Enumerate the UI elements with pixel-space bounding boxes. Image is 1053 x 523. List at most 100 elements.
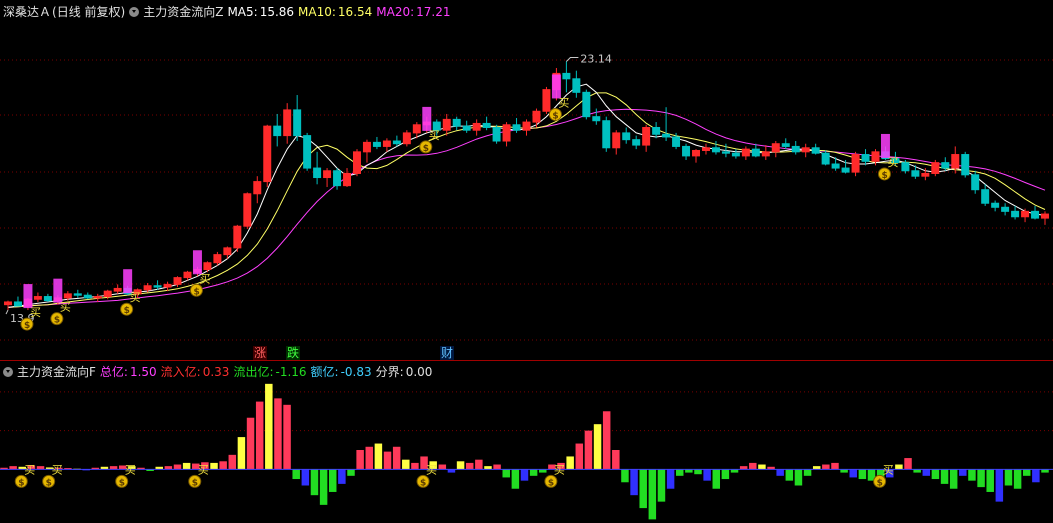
- buy-label: 买: [198, 463, 209, 476]
- outflow-bar: [986, 469, 994, 492]
- buy-label: 买: [24, 463, 35, 476]
- dollar-sign: $: [420, 478, 426, 488]
- candle-body: [362, 141, 371, 153]
- outflow-bar: [794, 469, 803, 486]
- main-header: 深桑达Ａ(日线 前复权) 主力资金流向Z MA5: 15.86 MA10: 16.54 MA…: [3, 2, 455, 22]
- candle-body: [991, 202, 1000, 208]
- outflow-bar: [849, 469, 857, 478]
- buy-label: 买: [558, 96, 569, 109]
- candle-body: [263, 125, 272, 183]
- chart-window: 23.1413.9买$买$买$买$买$买$买$ 买$买$买$买$买$买$买$买$…: [0, 0, 1053, 523]
- outflow-bar: [502, 469, 510, 478]
- candle-body: [971, 174, 980, 191]
- sub-indicator-name[interactable]: 主力资金流向F: [17, 365, 96, 379]
- outflow-bar: [648, 469, 657, 520]
- outflow-bar: [1013, 469, 1022, 489]
- inflow-bar: [210, 462, 218, 470]
- outflow-bar: [703, 469, 711, 481]
- candle-body: [632, 139, 641, 146]
- boundary-label: 分界:: [375, 365, 404, 379]
- candle-body: [811, 147, 820, 154]
- indicator-name[interactable]: 主力资金流向Z: [143, 5, 223, 19]
- dollar-sign: $: [192, 478, 198, 488]
- outflow-bar: [347, 469, 355, 476]
- candle-body: [233, 225, 242, 249]
- buy-label: 买: [30, 306, 41, 319]
- outflow-bar: [1004, 469, 1013, 486]
- dropdown-icon[interactable]: [3, 367, 13, 377]
- pane-divider[interactable]: [0, 360, 1053, 361]
- inflow-bar: [749, 462, 757, 470]
- inflow-bar: [438, 464, 447, 470]
- inflow-bar: [392, 446, 401, 470]
- candle-body: [223, 247, 232, 256]
- candle-body: [711, 147, 720, 153]
- inflow-bar: [173, 464, 182, 470]
- candle-body: [801, 147, 810, 153]
- candle-body: [961, 154, 970, 176]
- outflow-bar: [721, 469, 730, 480]
- outflow-bar: [1032, 469, 1040, 483]
- outflow-bar: [338, 469, 346, 484]
- boundary-value: 0.00: [405, 365, 433, 379]
- buy-label: 买: [199, 272, 210, 285]
- stock-name[interactable]: 深桑达Ａ: [3, 5, 51, 19]
- outflow-bar: [301, 469, 310, 486]
- inflow-bar: [237, 437, 246, 470]
- candle-body: [602, 120, 611, 149]
- candle-body: [273, 125, 282, 137]
- dollar-sign: $: [877, 478, 883, 488]
- candle-body: [243, 193, 252, 227]
- candle-body: [502, 124, 511, 142]
- period-label[interactable]: (日线 前复权): [52, 5, 125, 19]
- candle-body: [472, 122, 481, 131]
- candle-body: [1001, 206, 1010, 212]
- outflow-bar: [292, 469, 300, 480]
- dollar-sign: $: [46, 478, 52, 488]
- high-price-label: 23.14: [580, 52, 612, 65]
- inflow-bar: [228, 454, 237, 470]
- candle-body: [43, 296, 52, 302]
- candle-body: [901, 162, 910, 172]
- inflow-bar: [758, 464, 766, 470]
- outflow-bar: [995, 469, 1004, 502]
- candle-body: [1031, 210, 1040, 219]
- candle-body: [731, 152, 740, 157]
- event-fall-tag[interactable]: 跌: [286, 346, 301, 360]
- inflow-bar: [602, 411, 611, 470]
- event-finance-tag[interactable]: 财: [440, 346, 455, 360]
- dollar-sign: $: [423, 144, 429, 154]
- buy-highlight: [422, 106, 432, 131]
- buy-label: 买: [130, 291, 141, 304]
- inflow-bar: [365, 446, 374, 470]
- outflow-bar: [630, 469, 638, 496]
- inflow-bar: [274, 398, 282, 470]
- candle-body: [682, 145, 691, 157]
- candle-body: [313, 167, 322, 179]
- event-rise-tag[interactable]: 涨: [253, 346, 268, 360]
- ma10-label: MA10:: [298, 5, 336, 19]
- total-value: 1.50: [129, 365, 157, 379]
- buy-label: 买: [125, 463, 136, 476]
- candle-body: [482, 122, 491, 128]
- candle-body: [353, 151, 361, 174]
- inflow-bar: [383, 451, 392, 470]
- ma5-line: [7, 83, 1046, 308]
- dollar-sign: $: [193, 287, 199, 297]
- inflow-bar: [612, 450, 620, 470]
- outflow-value: -1.16: [275, 365, 307, 379]
- ma20-value: 17.21: [416, 5, 451, 19]
- candle-body: [382, 140, 391, 147]
- net-label: 额亿:: [310, 365, 339, 379]
- dropdown-icon[interactable]: [129, 7, 140, 17]
- buy-label: 买: [60, 301, 71, 314]
- candle-body: [1041, 213, 1049, 219]
- kline-chart[interactable]: 23.1413.9买$买$买$买$买$买$买$: [0, 0, 1053, 360]
- money-flow-chart[interactable]: 买$买$买$买$买$买$买$买$买$: [0, 361, 1053, 523]
- candle-body: [372, 141, 381, 147]
- buy-label: 买: [429, 129, 440, 142]
- candle-body: [203, 262, 212, 270]
- candle-body: [701, 147, 710, 151]
- candle-body: [592, 116, 601, 122]
- inflow-bar: [219, 461, 227, 470]
